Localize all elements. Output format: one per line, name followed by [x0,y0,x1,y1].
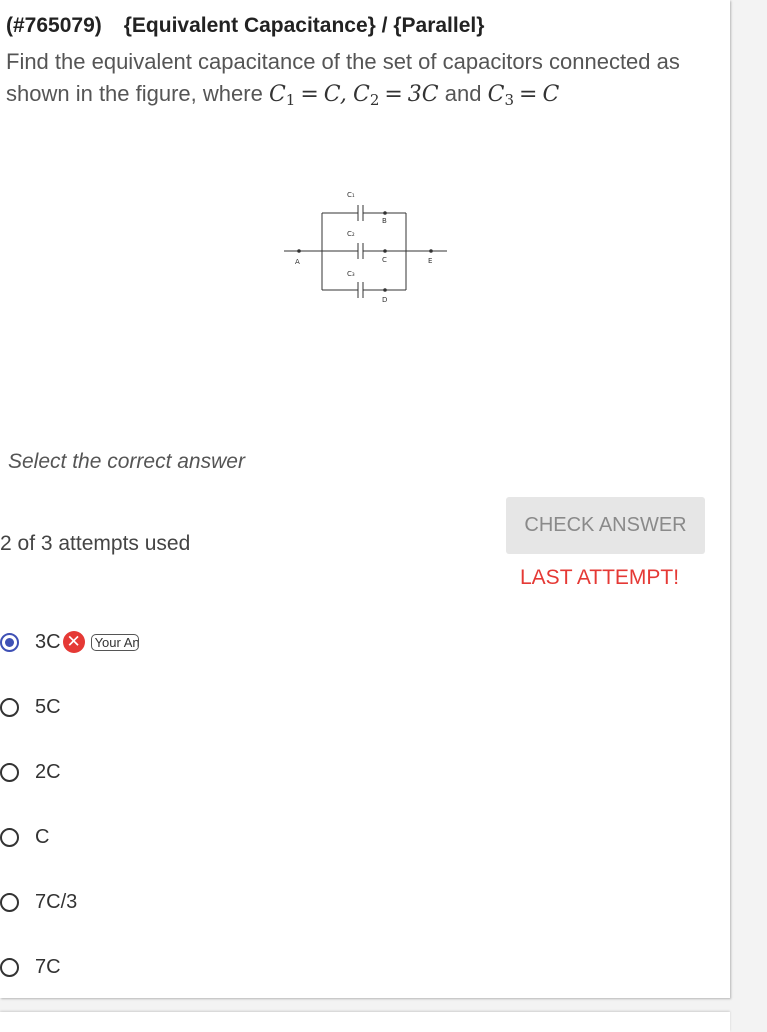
node-d [383,288,387,292]
math-c2: C2 = 3C [352,82,439,109]
question-header: (#765079) {Equivalent Capacitance} / {Par… [6,14,484,38]
radio-icon[interactable] [0,697,19,717]
label-d: D [382,296,387,304]
next-card [0,1012,730,1032]
label-a: A [295,258,300,266]
circuit-diagram: C₁ C₂ C₃ A B C D E [284,191,447,304]
option-c[interactable]: C [0,822,49,852]
last-attempt-warning: LAST ATTEMPT! [520,566,680,589]
math-c1: C1 = C, [268,82,347,109]
label-c: C [382,256,387,264]
option-label: 7C [35,955,61,978]
and-word: and [444,81,482,106]
radio-icon[interactable] [0,762,19,782]
instruction-text: Select the correct answer [8,450,245,473]
option-3c[interactable]: 3C ✕ Your Answer [0,627,139,657]
label-e: E [428,257,432,265]
math-c3: C3 = C [487,82,560,109]
option-5c[interactable]: 5C [0,692,61,722]
node-a [297,249,301,253]
option-7c[interactable]: 7C [0,952,61,982]
question-text: Find the equivalent capacitance of the s… [6,46,726,116]
radio-icon[interactable] [0,957,19,977]
option-label: 2C [35,760,61,783]
radio-icon[interactable] [0,892,19,912]
your-answer-badge: Your Answer [90,633,139,651]
radio-icon[interactable] [0,632,19,652]
option-7c-3[interactable]: 7C/3 [0,887,77,917]
option-label: 3C [35,630,61,653]
label-c1: C₁ [347,191,355,199]
option-label: C [35,825,50,848]
label-c3: C₃ [347,270,355,278]
node-e [429,249,433,253]
check-answer-button[interactable]: CHECK ANSWER [506,497,705,554]
option-label: 5C [35,695,61,718]
option-2c[interactable]: 2C [0,757,61,787]
radio-icon[interactable] [0,827,19,847]
attempts-counter: 2 of 3 attempts used [0,532,191,555]
label-c2: C₂ [347,230,355,238]
node-b [383,211,387,215]
node-c [383,249,387,253]
label-b: B [382,217,387,225]
option-label: 7C/3 [35,890,78,913]
close-circle-icon: ✕ [62,631,85,653]
question-id: (#765079) [6,14,102,37]
question-topic: {Equivalent Capacitance} / {Parallel} [123,14,485,37]
